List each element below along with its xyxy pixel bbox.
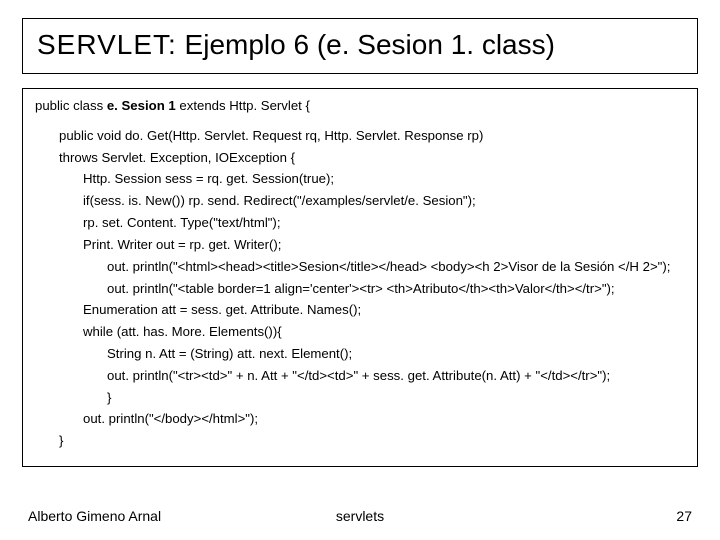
title-rest: Ejemplo 6 (e. Sesion 1. class) <box>177 29 555 60</box>
code-text: extends Http. Servlet { <box>176 98 310 113</box>
code-line: } <box>35 389 685 407</box>
code-line: Enumeration att = sess. get. Attribute. … <box>35 301 685 319</box>
code-line: Print. Writer out = rp. get. Writer(); <box>35 236 685 254</box>
code-line: out. println("<tr><td>" + n. Att + "</td… <box>35 367 685 385</box>
title-prefix: SERVLET: <box>37 29 177 60</box>
code-line: } <box>35 432 685 450</box>
code-line: Http. Session sess = rq. get. Session(tr… <box>35 170 685 188</box>
blank-line <box>35 119 685 123</box>
footer-topic: servlets <box>0 508 720 524</box>
code-line: public class e. Sesion 1 extends Http. S… <box>35 97 685 115</box>
code-line: out. println("</body></html>"); <box>35 410 685 428</box>
code-line: String n. Att = (String) att. next. Elem… <box>35 345 685 363</box>
code-classname: e. Sesion 1 <box>107 98 176 113</box>
code-line: if(sess. is. New()) rp. send. Redirect("… <box>35 192 685 210</box>
slide: SERVLET: Ejemplo 6 (e. Sesion 1. class) … <box>0 0 720 540</box>
code-box: public class e. Sesion 1 extends Http. S… <box>22 88 698 467</box>
slide-title: SERVLET: Ejemplo 6 (e. Sesion 1. class) <box>37 29 555 60</box>
code-line: throws Servlet. Exception, IOException { <box>35 149 685 167</box>
title-box: SERVLET: Ejemplo 6 (e. Sesion 1. class) <box>22 18 698 74</box>
code-line: out. println("<table border=1 align='cen… <box>35 280 685 298</box>
footer: Alberto Gimeno Arnal servlets 27 <box>0 508 720 524</box>
code-line: rp. set. Content. Type("text/html"); <box>35 214 685 232</box>
code-line: while (att. has. More. Elements()){ <box>35 323 685 341</box>
code-text: public class <box>35 98 107 113</box>
code-line: public void do. Get(Http. Servlet. Reque… <box>35 127 685 145</box>
code-line: out. println("<html><head><title>Sesion<… <box>35 258 685 276</box>
